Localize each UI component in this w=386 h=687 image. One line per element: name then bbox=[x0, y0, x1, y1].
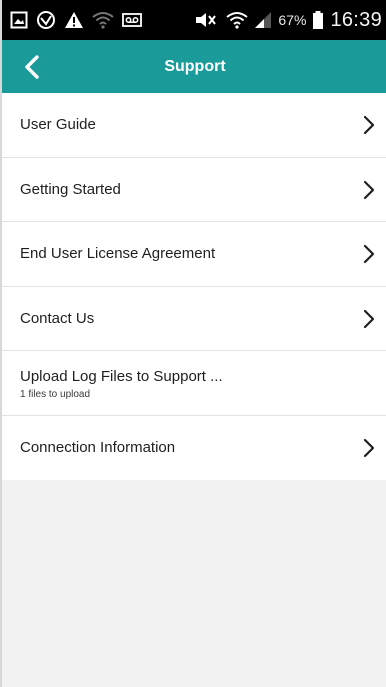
battery-percent: 67% bbox=[278, 12, 307, 28]
status-bar: 67% 16:39 bbox=[2, 0, 386, 40]
gallery-icon bbox=[10, 11, 28, 29]
chevron-right-icon bbox=[363, 180, 375, 199]
wifi-signal-icon bbox=[226, 12, 249, 29]
vpn-icon bbox=[37, 11, 55, 29]
back-button[interactable] bbox=[16, 52, 48, 82]
menu-item-label: User Guide bbox=[20, 116, 96, 133]
voicemail-icon bbox=[122, 13, 142, 27]
warning-icon bbox=[65, 12, 83, 28]
wifi-icon bbox=[92, 12, 114, 29]
menu-item-label: End User License Agreement bbox=[20, 245, 216, 262]
status-left-icons bbox=[10, 9, 142, 31]
menu-item-label: Getting Started bbox=[20, 180, 121, 198]
clock: 16:39 bbox=[330, 8, 382, 31]
menu-item-label: Contact Us bbox=[20, 309, 95, 327]
page-title: Support bbox=[164, 58, 226, 75]
app-bar: Support bbox=[2, 40, 386, 93]
mute-icon bbox=[196, 13, 217, 27]
upload-count-subtitle: 1 files to upload bbox=[20, 389, 91, 400]
support-screen: 67% 16:39 Support User Guide Getting Sta… bbox=[0, 0, 386, 687]
chevron-right-icon bbox=[363, 115, 375, 135]
chevron-left-icon bbox=[25, 55, 39, 79]
empty-background bbox=[2, 481, 386, 687]
chevron-right-icon bbox=[363, 309, 375, 328]
status-right-icons: 67% 16:39 bbox=[194, 6, 382, 34]
menu-item-connection-info[interactable]: Connection Information bbox=[2, 415, 386, 480]
menu-item-contact-us[interactable]: Contact Us bbox=[2, 286, 386, 351]
support-menu-list: User Guide Getting Started End User Lice… bbox=[2, 93, 386, 480]
menu-item-user-guide[interactable]: User Guide bbox=[2, 93, 386, 158]
chevron-right-icon bbox=[363, 438, 375, 457]
chevron-right-icon bbox=[363, 244, 375, 264]
menu-item-upload-logs[interactable]: Upload Log Files to Support ... 1 files … bbox=[2, 351, 386, 416]
menu-item-label: Connection Information bbox=[20, 438, 176, 456]
menu-item-getting-started[interactable]: Getting Started bbox=[2, 157, 386, 222]
menu-item-eula[interactable]: End User License Agreement bbox=[2, 222, 386, 287]
menu-item-label: Upload Log Files to Support ... bbox=[20, 368, 223, 385]
battery-icon bbox=[313, 11, 324, 29]
cell-signal-icon bbox=[255, 12, 272, 28]
